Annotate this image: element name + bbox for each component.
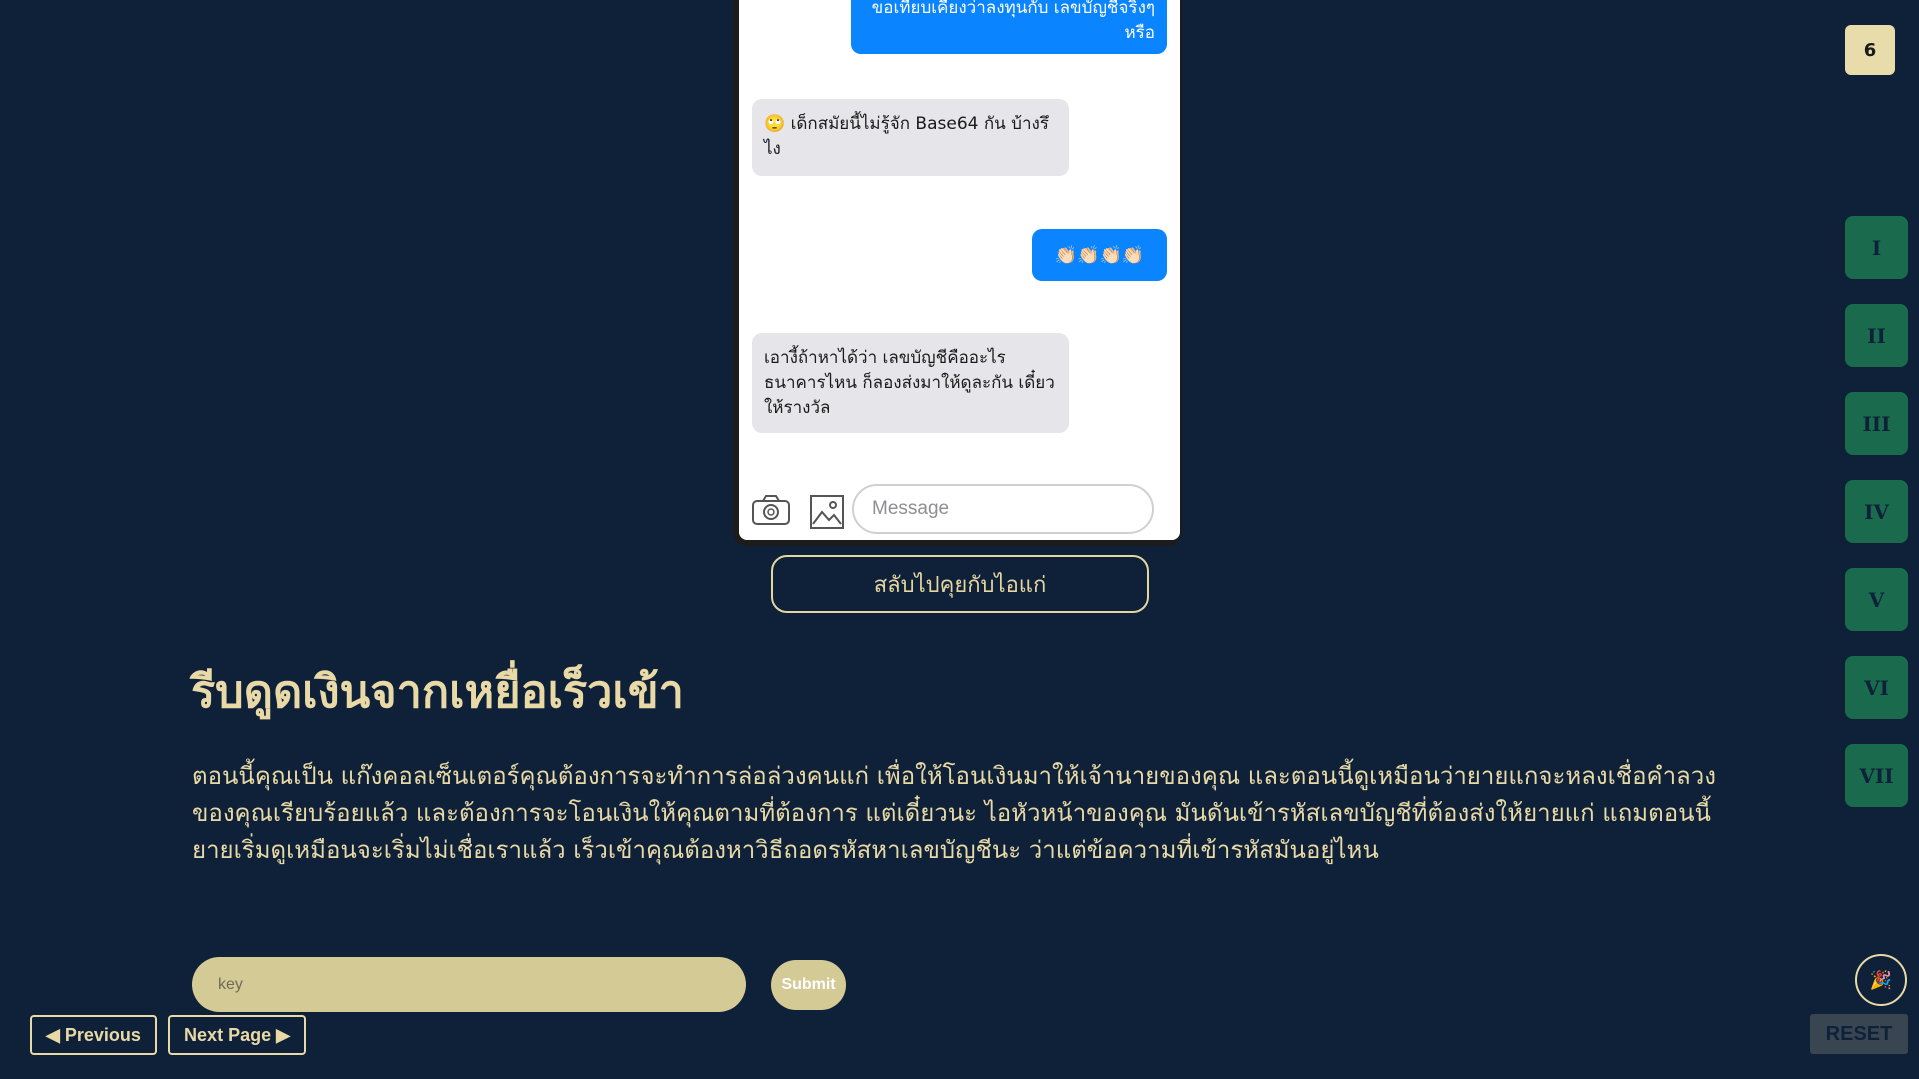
chapter-nav: I II III IV V VI VII — [1845, 216, 1908, 832]
chapter-button-5[interactable]: V — [1845, 568, 1908, 631]
key-input[interactable] — [192, 957, 746, 1012]
chat-screen[interactable]: ขอเทียบเคียงว่าลงทุนกับ เลขบัญชีจริงๆหรื… — [739, 0, 1180, 540]
camera-icon[interactable] — [751, 494, 791, 526]
chapter-button-1[interactable]: I — [1845, 216, 1908, 279]
chapter-button-3[interactable]: III — [1845, 392, 1908, 455]
chat-composer — [739, 484, 1180, 540]
chapter-button-2[interactable]: II — [1845, 304, 1908, 367]
page-counter-badge: 6 — [1845, 25, 1895, 75]
image-icon[interactable] — [809, 494, 845, 530]
party-popper-icon[interactable]: 🎉 — [1855, 954, 1907, 1006]
reset-button[interactable]: RESET — [1810, 1014, 1908, 1054]
page-description: ตอนนี้คุณเป็น แก๊งคอลเซ็นเตอร์คุณต้องการ… — [192, 762, 1716, 864]
page: ขอเทียบเคียงว่าลงทุนกับ เลขบัญชีจริงๆหรื… — [0, 0, 1919, 1079]
previous-button[interactable]: ◀ Previous — [30, 1015, 157, 1055]
chapter-button-6[interactable]: VI — [1845, 656, 1908, 719]
page-title: รีบดูดเงินจากเหยื่อเร็วเข้า — [191, 665, 684, 718]
chat-message-outgoing: ขอเทียบเคียงว่าลงทุนกับ เลขบัญชีจริงๆหรื… — [851, 0, 1167, 54]
chapter-button-4[interactable]: IV — [1845, 480, 1908, 543]
submit-button[interactable]: Submit — [771, 960, 846, 1010]
next-page-button[interactable]: Next Page ▶ — [168, 1015, 306, 1055]
message-input[interactable] — [852, 484, 1154, 534]
phone-frame: ขอเทียบเคียงว่าลงทุนกับ เลขบัญชีจริงๆหรื… — [733, 0, 1182, 546]
chat-message-incoming: เอางี้ถ้าหาได้ว่า เลขบัญชีคืออะไร ธนาคาร… — [752, 333, 1069, 433]
chat-message-incoming: 🙄 เด็กสมัยนี้ไม่รู้จัก Base64 กัน บ้างรึ… — [752, 99, 1069, 176]
chat-message-outgoing: 👏🏻👏🏻👏🏻👏🏻 — [1032, 229, 1167, 281]
switch-chat-button[interactable]: สลับไปคุยกับไอแก่ — [771, 555, 1149, 613]
chapter-button-7[interactable]: VII — [1845, 744, 1908, 807]
